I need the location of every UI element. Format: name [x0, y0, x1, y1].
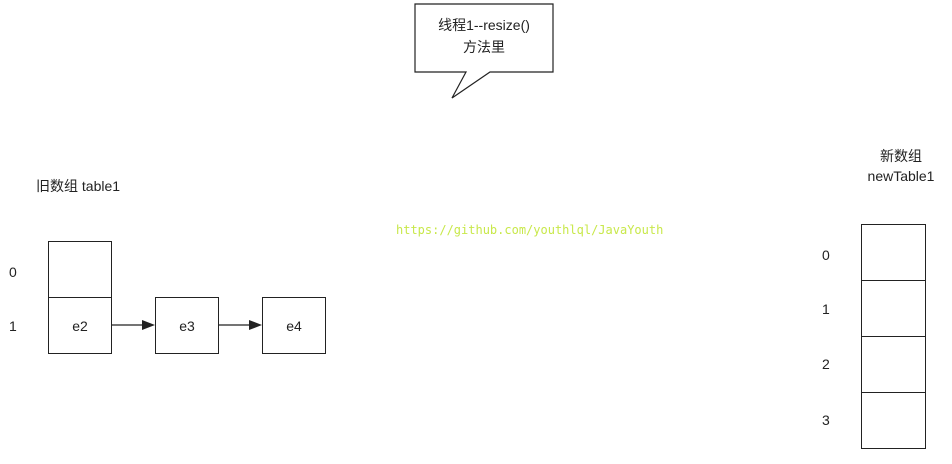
- new-index-3: 3: [822, 412, 830, 428]
- new-table-title: 新数组 newTable1: [856, 146, 946, 186]
- arrow-e3-e4: [219, 320, 262, 330]
- new-table-cell-3: [861, 392, 926, 449]
- new-table-title-line2: newTable1: [867, 168, 935, 184]
- new-table-cell-2: [861, 336, 926, 393]
- new-index-1: 1: [822, 301, 830, 317]
- new-table-cell-0: [861, 224, 926, 281]
- new-table-cell-1: [861, 280, 926, 337]
- watermark-url: https://github.com/youthlql/JavaYouth: [396, 223, 664, 237]
- new-index-0: 0: [822, 247, 830, 263]
- new-index-2: 2: [822, 356, 830, 372]
- new-table-title-line1: 新数组: [880, 148, 922, 164]
- arrow-e2-e3: [112, 320, 155, 330]
